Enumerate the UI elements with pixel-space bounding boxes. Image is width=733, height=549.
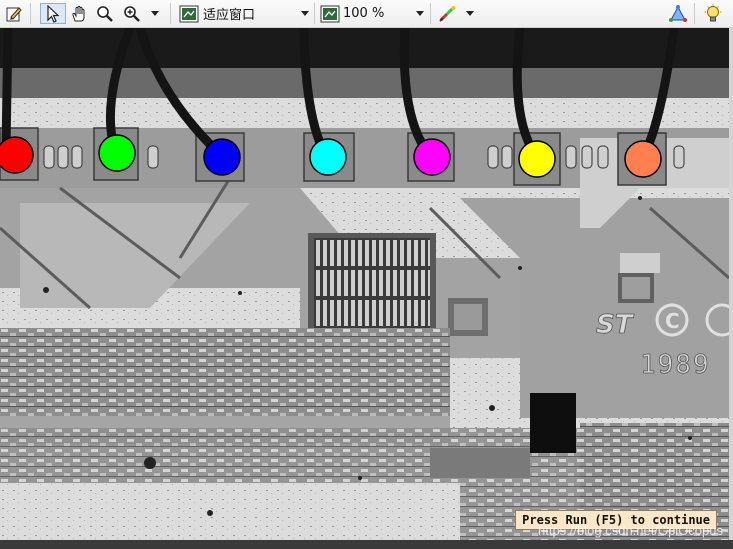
zoom-combo[interactable]: 100 % xyxy=(343,3,428,24)
marker-4 xyxy=(309,138,347,176)
region-tool-icon[interactable] xyxy=(667,3,689,24)
zoom-value: 100 % xyxy=(343,6,385,21)
magnify-icon[interactable] xyxy=(94,3,116,24)
marker-6 xyxy=(518,140,556,178)
vertical-scrollbar[interactable] xyxy=(729,28,733,540)
color-brush-icon[interactable] xyxy=(436,3,460,24)
pointer-icon[interactable] xyxy=(40,3,66,24)
status-bar xyxy=(0,540,733,549)
chip-die-image: ST C 1989 xyxy=(0,28,729,540)
watermark: https://blog.csdn.net/GpiOcopus xyxy=(538,523,723,538)
marker-5 xyxy=(413,138,451,176)
marker-1 xyxy=(0,136,34,174)
color-dropdown-chevron-icon[interactable] xyxy=(462,3,478,24)
marker-7 xyxy=(624,140,662,178)
fit-window-icon xyxy=(177,3,201,24)
marker-3 xyxy=(203,138,241,176)
fit-mode-combo[interactable]: 适应窗口 xyxy=(203,3,313,24)
bulb-icon[interactable] xyxy=(702,3,724,24)
edit-icon[interactable] xyxy=(2,3,26,24)
die-year: 1989 xyxy=(640,350,711,380)
toolbar: 适应窗口 100 % xyxy=(0,0,733,28)
chevron-down-icon[interactable] xyxy=(413,7,426,20)
zoom-window-icon xyxy=(318,3,342,24)
chevron-down-icon[interactable] xyxy=(298,7,311,20)
die-logo: ST xyxy=(596,310,635,340)
zoom-in-icon[interactable] xyxy=(120,3,144,24)
image-viewer[interactable]: ST C 1989 Press Run (F5) to continue htt… xyxy=(0,28,729,540)
marker-2 xyxy=(98,134,136,172)
fit-mode-value: 适应窗口 xyxy=(203,8,256,23)
svg-text:C: C xyxy=(665,309,680,333)
hand-pan-icon[interactable] xyxy=(68,3,90,24)
zoom-dropdown-chevron-icon[interactable] xyxy=(146,3,164,24)
